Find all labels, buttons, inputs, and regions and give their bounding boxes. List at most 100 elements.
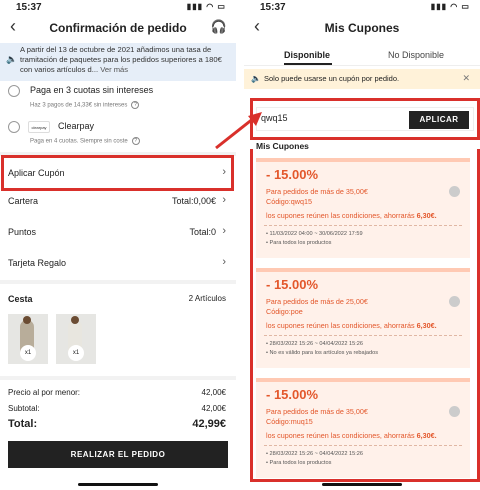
tip-text: Solo puede usarse un cupón por pedido. — [264, 74, 400, 83]
tab-available[interactable]: Disponible — [284, 50, 330, 60]
payment-sub: Paga en 4 cuotas. Siempre sin coste? — [30, 137, 140, 145]
help-icon[interactable]: ? — [131, 101, 140, 109]
notice-banner: 🔈 A partir del 13 de octubre de 2021 aña… — [0, 43, 236, 81]
status-bar: 15:37 ▮▮▮ ◠ ▭ — [244, 0, 480, 14]
coupon-min: Para pedidos de más de 35,00€ — [266, 187, 368, 196]
coupon-card[interactable]: - 15.00% Para pedidos de más de 35,00€ C… — [256, 378, 470, 478]
payment-sub: Haz 3 pagos de 14,33€ sin intereses? — [30, 101, 140, 109]
radio-button[interactable] — [8, 121, 20, 133]
screen-gap — [236, 0, 244, 490]
select-radio[interactable] — [449, 296, 460, 307]
help-icon[interactable]: ? — [131, 137, 140, 145]
coupon-code: Código:poe — [266, 307, 303, 316]
coupon-discount: - 15.00% — [266, 387, 319, 402]
payment-option-klarna[interactable]: Paga en 3 cuotas sin intereses Haz 3 pag… — [8, 82, 226, 112]
product-image-head — [71, 316, 79, 324]
quantity-badge: x1 — [68, 345, 84, 361]
my-coupons-screen: 15:37 ▮▮▮ ◠ ▭ ‹ Mis Cupones Disponible N… — [244, 0, 480, 490]
divider — [0, 280, 236, 284]
chevron-right-icon: › — [222, 256, 226, 268]
wallet-row[interactable]: Cartera Total:0,00€ › — [8, 192, 226, 212]
coupon-date: • 28/03/2022 15:26 ~ 04/04/2022 15:26 — [266, 451, 363, 457]
quantity-badge: x1 — [20, 345, 36, 361]
basket-title: Cesta — [8, 294, 33, 304]
coupon-discount: - 15.00% — [266, 167, 319, 182]
coupon-divider — [264, 335, 462, 336]
status-icons: ▮▮▮ ◠ ▭ — [430, 2, 470, 11]
coupon-condition: los cupones reúnen las condiciones, ahor… — [266, 211, 437, 220]
chevron-right-icon: › — [222, 194, 226, 206]
coupon-condition: los cupones reúnen las condiciones, ahor… — [266, 321, 437, 330]
product-thumbnail[interactable]: x1 — [8, 314, 48, 364]
headset-icon[interactable]: 🎧 — [211, 19, 227, 35]
order-confirmation-screen: 15:37 ▮▮▮ ◠ ▭ ‹ Confirmación de pedido 🎧… — [0, 0, 236, 490]
page-title: Confirmación de pedido — [49, 21, 187, 35]
tip-banner: 🔈 Solo puede usarse un cupón por pedido.… — [244, 69, 480, 89]
clearpay-logo: clearpay — [28, 121, 50, 133]
select-radio[interactable] — [449, 406, 460, 417]
select-radio[interactable] — [449, 186, 460, 197]
coupon-card[interactable]: - 15.00% Para pedidos de más de 25,00€ C… — [256, 268, 470, 368]
product-image-head — [23, 316, 31, 324]
coupon-condition: los cupones reúnen las condiciones, ahor… — [266, 431, 437, 440]
total-label: Total: — [8, 418, 38, 430]
points-value: Total:0 — [189, 227, 216, 237]
coupon-tabs: Disponible No Disponible — [244, 44, 480, 66]
active-tab-indicator — [284, 63, 332, 65]
coupon-code-box: APLICAR — [256, 107, 474, 131]
apply-button[interactable]: APLICAR — [409, 111, 469, 129]
payment-option-clearpay[interactable]: clearpay Clearpay Paga en 4 cuotas. Siem… — [8, 118, 226, 148]
retail-value: 42,00€ — [201, 388, 226, 397]
tab-unavailable[interactable]: No Disponible — [388, 50, 444, 60]
home-indicator — [322, 483, 402, 486]
retail-price-row: Precio al por menor: 42,00€ — [8, 388, 226, 397]
coupon-note: • Para todos los productos — [266, 240, 332, 246]
radio-button[interactable] — [8, 85, 20, 97]
see-more-link[interactable]: Ver más — [100, 65, 128, 74]
points-row[interactable]: Puntos Total:0 › — [8, 223, 226, 243]
place-order-button[interactable]: REALIZAR EL PEDIDO — [8, 441, 228, 468]
retail-label: Precio al por menor: — [8, 388, 81, 397]
home-indicator — [78, 483, 158, 486]
coupon-divider — [264, 445, 462, 446]
coupon-divider — [264, 225, 462, 226]
points-label: Puntos — [8, 227, 37, 237]
arrow-line — [215, 116, 255, 150]
status-bar: 15:37 ▮▮▮ ◠ ▭ — [0, 0, 236, 14]
subtotal-value: 42,00€ — [201, 404, 226, 413]
coupon-code: Código:qwq15 — [266, 197, 312, 206]
divider — [0, 376, 236, 380]
coupon-date: • 28/03/2022 15:26 ~ 04/04/2022 15:26 — [266, 341, 363, 347]
status-time: 15:37 — [16, 2, 42, 13]
arrow-head — [248, 112, 262, 126]
page-title: Mis Cupones — [324, 21, 400, 35]
coupon-discount: - 15.00% — [266, 277, 319, 292]
wallet-label: Cartera — [8, 196, 39, 206]
gift-card-row[interactable]: Tarjeta Regalo › — [8, 254, 226, 274]
coupon-date: • 11/03/2022 04:00 ~ 30/06/2022 17:59 — [266, 231, 363, 237]
wallet-value: Total:0,00€ — [171, 196, 216, 206]
close-icon[interactable]: ✕ — [462, 73, 470, 84]
coupon-card[interactable]: - 15.00% Para pedidos de más de 35,00€ C… — [256, 158, 470, 258]
highlight-box — [1, 155, 234, 191]
subtotal-label: Subtotal: — [8, 404, 40, 413]
status-icons: ▮▮▮ ◠ ▭ — [186, 2, 226, 11]
total-value: 42,99€ — [192, 418, 226, 430]
coupon-note: • No es válido para los artículos ya reb… — [266, 350, 379, 356]
status-time: 15:37 — [260, 2, 286, 13]
nav-bar: ‹ Mis Cupones — [244, 14, 480, 42]
payment-label: Paga en 3 cuotas sin intereses — [30, 85, 154, 95]
speaker-icon: 🔈 — [251, 74, 261, 83]
basket-count: 2 Artículos — [188, 294, 226, 303]
product-thumbnail[interactable]: x1 — [56, 314, 96, 364]
coupon-code-input[interactable] — [261, 113, 401, 123]
chevron-right-icon: › — [222, 225, 226, 237]
coupon-min: Para pedidos de más de 35,00€ — [266, 407, 368, 416]
coupon-min: Para pedidos de más de 25,00€ — [266, 297, 368, 306]
total-row: Total: 42,99€ — [8, 418, 226, 430]
annotation-arrow — [215, 112, 262, 150]
nav-bar: ‹ Confirmación de pedido 🎧 — [0, 14, 236, 42]
coupon-code: Código:muq15 — [266, 417, 313, 426]
gift-card-label: Tarjeta Regalo — [8, 258, 67, 268]
subtotal-row: Subtotal: 42,00€ — [8, 404, 226, 413]
